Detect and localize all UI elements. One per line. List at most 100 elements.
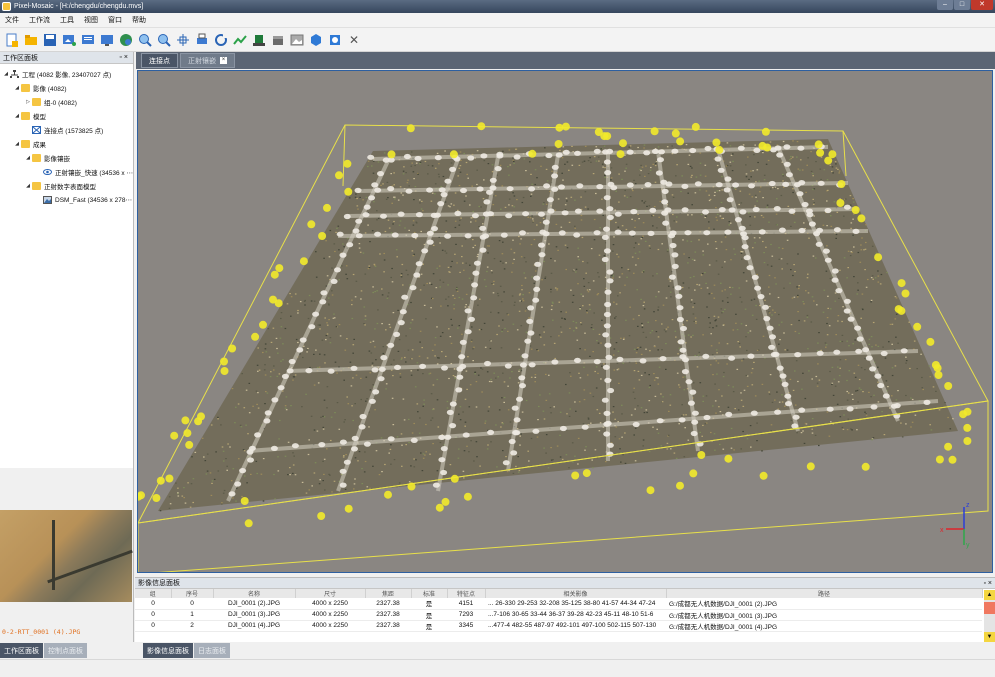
tree-node[interactable]: ◢ 成果 [0, 137, 133, 151]
tree-node[interactable]: 连接点 (1573825 点) [0, 123, 133, 137]
column-header[interactable]: 特征点 [447, 589, 486, 598]
menu-file[interactable]: 文件 [0, 15, 24, 25]
tree-node[interactable]: ◢ 模型 [0, 109, 133, 123]
square-icon[interactable] [327, 32, 343, 48]
tab-control-points-panel[interactable]: 控制点面板 [44, 643, 87, 658]
table-row[interactable]: 0 1 DJI_0001 (3).JPG 4000 x 2250 2327.38 是 729… [135, 609, 982, 621]
column-header[interactable]: 焦距 [365, 589, 412, 598]
camera-marker [737, 145, 745, 151]
chart-icon[interactable] [232, 32, 248, 48]
table-scrollbar[interactable]: ▲ ▼ [984, 590, 995, 642]
terrain-point [282, 359, 284, 361]
camera-marker [263, 418, 271, 424]
import-image-icon[interactable] [61, 32, 77, 48]
terrain-point [704, 216, 706, 219]
print-icon[interactable] [194, 32, 210, 48]
column-header[interactable]: 名称 [213, 589, 296, 598]
cube-icon[interactable] [270, 32, 286, 48]
zoom-in-icon[interactable] [137, 32, 153, 48]
fit-view-icon[interactable] [175, 32, 191, 48]
image-icon[interactable] [289, 32, 305, 48]
open-folder-icon[interactable] [23, 32, 39, 48]
project-tree: ◢ 工程 (4082 影像, 23407027 点) ◢ 影像 (4082) ▷ 组-0 … [0, 64, 133, 207]
camera-position-point [948, 455, 957, 464]
hexagon-icon[interactable] [308, 32, 324, 48]
column-header[interactable]: 尺寸 [295, 589, 366, 598]
tab-image-info-panel[interactable]: 影像信息面板 [143, 643, 193, 658]
menu-view[interactable]: 视图 [79, 15, 103, 25]
terrain-point [741, 360, 743, 362]
terrain-point [617, 350, 620, 352]
terrain-point [684, 427, 686, 429]
camera-marker [343, 459, 351, 465]
table-row[interactable]: 0 0 DJI_0001 (2).JPG 4000 x 2250 2327.38 是 415… [135, 598, 982, 610]
scroll-thumb[interactable] [984, 602, 995, 614]
column-header[interactable]: 组 [135, 589, 172, 598]
tab-label: 工作区面板 [4, 647, 39, 655]
zoom-out-icon[interactable] [156, 32, 172, 48]
new-project-icon[interactable] [4, 32, 20, 48]
terrain-point [750, 372, 753, 374]
tab-close-icon[interactable]: × [220, 57, 227, 64]
terrain-point [459, 419, 462, 421]
terrain-point [411, 250, 414, 252]
camera-position-point [857, 214, 866, 223]
point-cloud-scene[interactable]: zxy [138, 71, 993, 573]
terrain-point [839, 269, 841, 271]
tree-node[interactable]: ◢ 影像镶嵌 [0, 151, 133, 165]
menu-workflow[interactable]: 工作流 [24, 15, 55, 25]
expand-arrow-icon[interactable]: ◢ [13, 85, 21, 91]
terrain-point [204, 460, 207, 462]
expand-arrow-icon[interactable]: ◢ [24, 155, 32, 161]
menu-tools[interactable]: 工具 [55, 15, 79, 25]
menu-window[interactable]: 窗口 [103, 15, 127, 25]
terrain-point [736, 368, 739, 370]
tab-ortho-mosaic[interactable]: 正射镶嵌 × [180, 53, 235, 68]
terrain-point [319, 324, 321, 326]
column-header[interactable]: 序号 [171, 589, 214, 598]
export-icon[interactable] [80, 32, 96, 48]
expand-arrow-icon[interactable]: ◢ [24, 183, 32, 189]
terrain-point [515, 148, 517, 150]
table-row[interactable]: 0 2 DJI_0001 (4).JPG 4000 x 2250 2327.38 是 334… [135, 620, 982, 632]
globe-icon[interactable] [118, 32, 134, 48]
tree-node[interactable]: DSM_Fast (34536 x 278⋯ [0, 193, 133, 207]
close-window-button[interactable]: ✕ [971, 0, 993, 10]
save-icon[interactable] [42, 32, 58, 48]
terrain-point [322, 480, 324, 482]
camera-position-point [450, 474, 459, 483]
collapse-arrow-icon[interactable]: ▷ [24, 99, 32, 105]
tree-node[interactable]: 正射镶嵌_快速 (34536 x ⋯ [0, 165, 133, 179]
scroll-up-button[interactable]: ▲ [984, 590, 995, 600]
tree-node[interactable]: ▷ 组-0 (4082) [0, 95, 133, 109]
expand-arrow-icon[interactable]: ◢ [13, 113, 21, 119]
tab-log-panel[interactable]: 日志面板 [194, 643, 230, 658]
tree-node[interactable]: ◢ 工程 (4082 影像, 23407027 点) [0, 67, 133, 81]
terrain-point [716, 352, 718, 354]
3d-viewport[interactable]: zxy [137, 70, 993, 573]
terrain-point [467, 356, 469, 358]
maximize-button[interactable]: □ [954, 0, 970, 10]
panel-close-button[interactable]: × [988, 580, 992, 587]
terrain-point [794, 330, 797, 333]
minimize-button[interactable]: – [937, 0, 953, 10]
pin-green-icon[interactable] [251, 32, 267, 48]
close-x-icon[interactable]: ✕ [346, 32, 362, 48]
panel-float-button[interactable]: ▫ [983, 580, 985, 587]
panel-close-button[interactable]: × [124, 54, 130, 61]
report-icon[interactable] [99, 32, 115, 48]
column-header[interactable]: 标准 [411, 589, 448, 598]
column-header[interactable]: 相关影像 [485, 589, 667, 598]
scroll-down-button[interactable]: ▼ [984, 632, 995, 642]
tab-tie-points[interactable]: 连接点 [141, 53, 178, 68]
expand-arrow-icon[interactable]: ◢ [2, 71, 10, 77]
terrain-point [729, 145, 732, 147]
tree-node[interactable]: ◢ 正射数字表面模型 [0, 179, 133, 193]
tree-node[interactable]: ◢ 影像 (4082) [0, 81, 133, 95]
image-thumbnail[interactable] [0, 510, 133, 602]
refresh-icon[interactable] [213, 32, 229, 48]
menu-help[interactable]: 帮助 [127, 15, 151, 25]
tab-workspace-panel[interactable]: 工作区面板 [0, 643, 43, 658]
column-header[interactable]: 路径 [666, 589, 983, 598]
expand-arrow-icon[interactable]: ◢ [13, 141, 21, 147]
